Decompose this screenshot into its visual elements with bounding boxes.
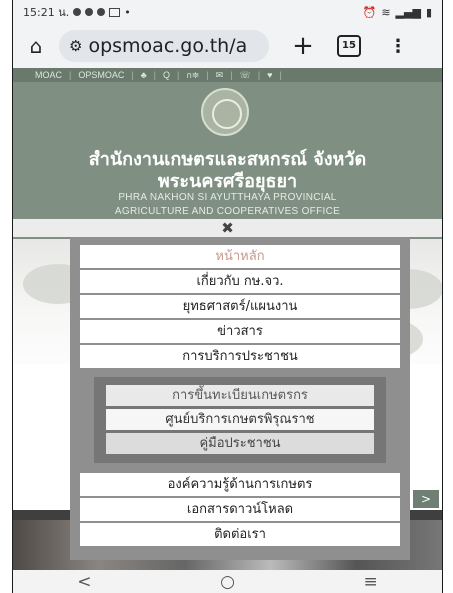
system-nav-bar: < ○ ≡ (13, 570, 442, 593)
url-field[interactable]: ⚙ opsmoac.go.th/a (59, 30, 269, 62)
menu-item-strategy[interactable]: ยุทธศาสตร์/แผนงาน (80, 295, 400, 318)
submenu-item-service-center[interactable]: ศูนย์บริการเกษตรพิรุณราช (106, 409, 374, 430)
signal-icon: ▂▄▆ (395, 5, 421, 19)
menu-item-home[interactable]: หน้าหลัก (80, 245, 400, 268)
phone-icon[interactable]: ☏ (240, 70, 251, 81)
back-button[interactable]: < (77, 572, 91, 592)
submenu-item-citizen-manual[interactable]: คู่มือประชาชน (106, 433, 374, 454)
search-icon[interactable]: Q (163, 70, 170, 80)
menu-item-knowledge[interactable]: องค์ความรู้ด้านการเกษตร (80, 473, 400, 496)
browser-toolbar: ⌂ ⚙ opsmoac.go.th/a + 15 ⋮ (13, 24, 442, 68)
status-time: 15:21 น. (23, 6, 70, 19)
more-menu-icon[interactable]: ⋮ (389, 36, 407, 57)
tab-switcher-button[interactable]: 15 (337, 35, 361, 57)
submenu-item-farmer-registration[interactable]: การขึ้นทะเบียนเกษตรกร (106, 385, 374, 406)
site-top-nav: MOAC | OPSMOAC | ♣ | Q | ก≑ | ✉ | ☏ | ♥ | (13, 68, 442, 82)
next-arrow-icon[interactable]: > (413, 490, 439, 508)
url-text: opsmoac.go.th/a (88, 35, 248, 57)
menu-item-news[interactable]: ข่าวสาร (80, 320, 400, 343)
site-title-english-line2: AGRICULTURE AND COOPERATIVES OFFICE (114, 206, 341, 217)
site-header: สำนักงานเกษตรและสหกรณ์ จังหวัด พระนครศรี… (13, 82, 442, 239)
notification-icon (73, 8, 82, 16)
site-title-thai-line2: พระนครศรีอยุธยา (157, 171, 298, 192)
site-logo[interactable] (201, 88, 249, 136)
menu-item-about[interactable]: เกี่ยวกับ กษ.จว. (80, 270, 400, 293)
dot-icon: • (124, 5, 131, 19)
location-icon[interactable]: ♥ (267, 70, 272, 80)
home-icon[interactable]: ⌂ (21, 34, 51, 58)
nav-moac[interactable]: MOAC (35, 70, 62, 80)
tune-icon[interactable]: ⚙ (69, 37, 82, 55)
recents-button[interactable]: ≡ (363, 572, 377, 592)
mail-icon[interactable]: ✉ (216, 70, 224, 81)
site-title-english-line1: PHRA NAKHON SI AYUTTHAYA PROVINCIAL (118, 192, 337, 203)
menu-item-downloads[interactable]: เอกสารดาวน์โหลด (80, 498, 400, 521)
user-icon[interactable]: ♣ (141, 70, 147, 80)
font-size-icon[interactable]: ก≑ (186, 68, 199, 82)
phone-screen: 15:21 น. • ⏰ ≋ ▂▄▆ ▮ ⌂ ⚙ opsmoac.go.th/a… (12, 0, 443, 593)
home-button[interactable]: ○ (220, 572, 235, 592)
alarm-icon: ⏰ (362, 5, 377, 19)
notification-icon (97, 8, 106, 16)
main-menu: หน้าหลัก เกี่ยวกับ กษ.จว. ยุทธศาสตร์/แผน… (70, 237, 410, 560)
notification-icon (85, 8, 94, 16)
battery-icon: ▮ (425, 5, 432, 19)
public-service-submenu: การขึ้นทะเบียนเกษตรกร ศูนย์บริการเกษตรพิ… (94, 377, 386, 463)
mail-notification-icon (109, 7, 121, 17)
menu-close-icon[interactable]: ✖ (13, 219, 442, 237)
new-tab-button[interactable]: + (291, 31, 315, 61)
status-icons: ⏰ ≋ ▂▄▆ ▮ (363, 6, 432, 19)
wifi-icon: ≋ (381, 5, 391, 19)
status-bar: 15:21 น. • ⏰ ≋ ▂▄▆ ▮ (13, 0, 442, 24)
menu-item-public-service[interactable]: การบริการประชาชน (80, 345, 400, 368)
nav-opsmoac[interactable]: OPSMOAC (78, 70, 124, 80)
menu-item-contact[interactable]: ติดต่อเรา (80, 523, 400, 546)
